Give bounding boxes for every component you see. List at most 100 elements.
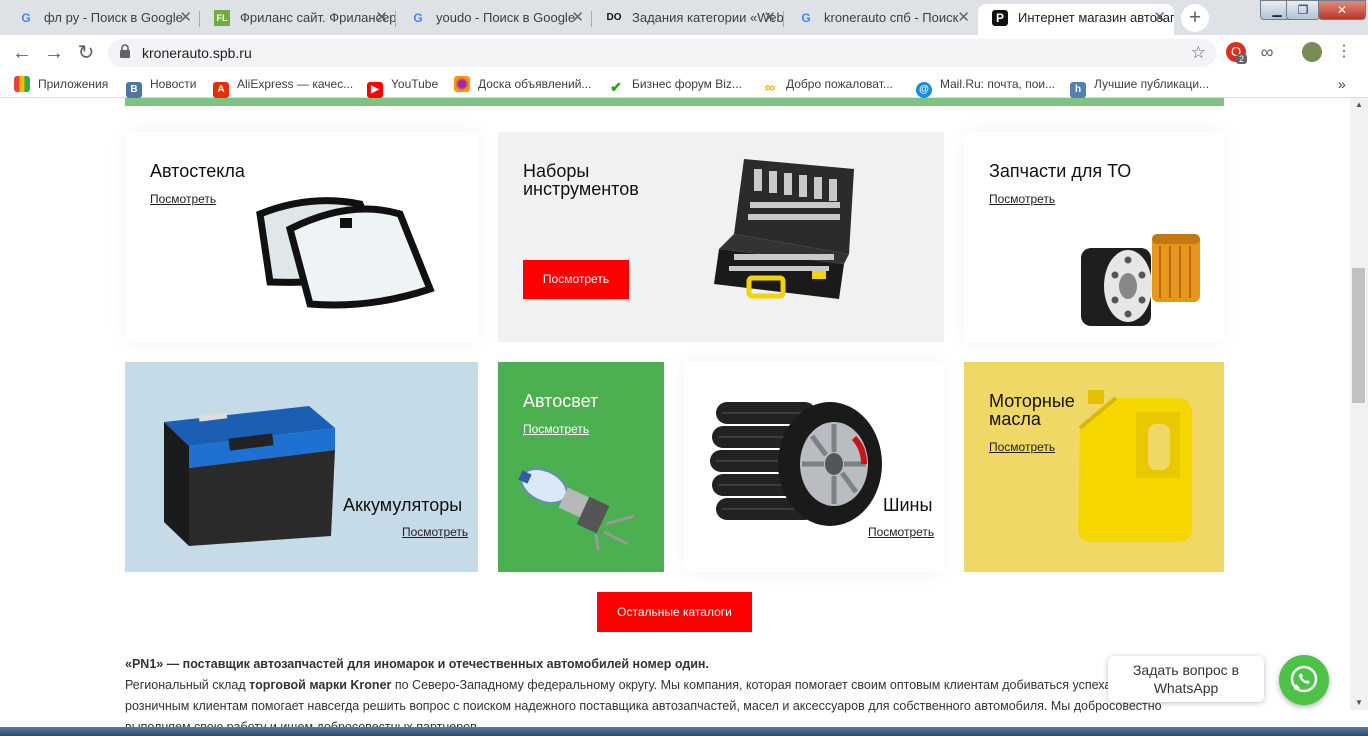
tab-youdo-tasks[interactable]: DO Задания категории «Web ✕ bbox=[592, 4, 784, 35]
youtube-icon: ▶ bbox=[367, 82, 383, 98]
card-title: Аккумуляторы bbox=[343, 495, 463, 515]
catalog-card-tools[interactable]: Наборы инструментов Посмотреть bbox=[498, 132, 944, 342]
google-icon: G bbox=[413, 11, 423, 25]
close-tab-icon[interactable]: ✕ bbox=[1153, 4, 1166, 32]
tab-google-fl[interactable]: G фл ру - Поиск в Google ✕ bbox=[4, 4, 200, 35]
mailru-icon: @ bbox=[916, 82, 932, 98]
tab-title: youdo - Поиск в Google bbox=[436, 10, 576, 25]
view-link[interactable]: Посмотреть bbox=[150, 192, 216, 206]
catalog-card-tires[interactable]: Шины Посмотреть bbox=[684, 362, 944, 572]
close-tab-icon[interactable]: ✕ bbox=[957, 4, 970, 32]
aliexpress-icon: A bbox=[213, 82, 229, 98]
tab-google-youdo[interactable]: G youdo - Поиск в Google ✕ bbox=[396, 4, 592, 35]
bookmark-apps[interactable]: Приложения bbox=[14, 71, 108, 98]
card-title: Шины bbox=[883, 495, 933, 515]
view-link[interactable]: Посмотреть bbox=[989, 440, 1055, 454]
bookmark-biz-forum[interactable]: ✔ Бизнес форум Biz... bbox=[608, 71, 742, 98]
close-tab-icon[interactable]: ✕ bbox=[375, 4, 388, 32]
scrollbar-thumb[interactable] bbox=[1352, 268, 1365, 403]
about-heading: «PN1» — поставщик автозапчастей для ином… bbox=[125, 657, 709, 671]
view-link[interactable]: Посмотреть bbox=[868, 525, 934, 539]
oil-canister-image bbox=[1078, 390, 1192, 542]
scroll-down-arrow[interactable]: ▼ bbox=[1350, 696, 1368, 710]
close-tab-icon[interactable]: ✕ bbox=[179, 4, 192, 32]
scroll-up-arrow[interactable]: ▲ bbox=[1350, 98, 1368, 112]
bookmark-ads-board[interactable]: Доска объявлений... bbox=[454, 71, 591, 98]
bookmark-aliexpress[interactable]: A AliExpress — качес... bbox=[213, 71, 353, 98]
headlight-bulb-image bbox=[518, 468, 635, 551]
card-title-line2: масла bbox=[989, 409, 1041, 429]
bookmark-youtube[interactable]: ▶ YouTube bbox=[367, 71, 438, 98]
extension-badge: 2 bbox=[1236, 54, 1248, 64]
page-content: Автостекла Посмотреть Наборы инструменто… bbox=[0, 98, 1368, 736]
bookmarks-bar: Приложения В Новости A AliExpress — качес.… bbox=[0, 71, 1368, 98]
google-icon: G bbox=[21, 11, 31, 25]
infinity-extension-icon[interactable]: ∞ bbox=[1257, 42, 1277, 62]
profile-avatar[interactable] bbox=[1302, 42, 1322, 62]
whatsapp-icon bbox=[1290, 665, 1318, 693]
battery-image bbox=[164, 406, 335, 546]
card-title-line1: Наборы bbox=[523, 161, 590, 181]
bookmark-star-icon[interactable]: ☆ bbox=[1191, 39, 1206, 67]
windshield-image bbox=[256, 197, 435, 309]
tab-title: фл ру - Поиск в Google bbox=[44, 10, 183, 25]
lock-icon bbox=[120, 44, 130, 58]
toolbox-image bbox=[714, 159, 854, 299]
whatsapp-prompt[interactable]: Задать вопрос в WhatsApp bbox=[1108, 656, 1264, 702]
bookmarks-overflow-icon[interactable]: » bbox=[1338, 71, 1346, 98]
bookmark-publications[interactable]: h Лучшие публикаци... bbox=[1070, 71, 1209, 98]
pn1-icon: P bbox=[992, 10, 1008, 26]
bookmark-welcome[interactable]: ∞ Добро пожаловат... bbox=[762, 71, 893, 98]
catalog-card-glass[interactable]: Автостекла Посмотреть bbox=[125, 132, 478, 342]
google-icon: G bbox=[801, 11, 811, 25]
fl-icon: FL bbox=[214, 10, 230, 26]
address-bar[interactable]: kronerauto.spb.ru ☆ bbox=[108, 39, 1216, 67]
card-title: Автостекла bbox=[150, 161, 245, 181]
catalog-card-motor-oil[interactable]: Моторные масла Посмотреть bbox=[964, 362, 1224, 572]
back-button[interactable]: ← bbox=[10, 41, 34, 65]
tab-strip: G фл ру - Поиск в Google ✕ FL Фриланс са… bbox=[0, 0, 1368, 35]
close-tab-icon[interactable]: ✕ bbox=[571, 4, 584, 32]
bookmark-mailru[interactable]: @ Mail.Ru: почта, пои... bbox=[916, 71, 1055, 98]
tab-title: Фриланс сайт. Фрилансеры bbox=[240, 10, 396, 25]
tab-fl-ru[interactable]: FL Фриланс сайт. Фрилансеры ✕ bbox=[200, 4, 396, 35]
browser-toolbar: ← → ↻ kronerauto.spb.ru ☆ O 2 ∞ ⋮ bbox=[0, 35, 1368, 71]
youdo-icon: DO bbox=[606, 12, 622, 23]
view-link[interactable]: Посмотреть bbox=[402, 525, 468, 539]
forward-button[interactable]: → bbox=[42, 41, 66, 65]
close-tab-icon[interactable]: ✕ bbox=[763, 4, 776, 32]
view-tools-button[interactable]: Посмотреть bbox=[523, 260, 629, 299]
view-link[interactable]: Посмотреть bbox=[989, 192, 1055, 206]
tab-google-kroner[interactable]: G kronerauto спб - Поиск ✕ bbox=[784, 4, 978, 35]
oil-filter-image bbox=[1081, 234, 1200, 326]
page-scrollbar[interactable]: ▲ ▼ bbox=[1350, 98, 1368, 710]
catalog-card-batteries[interactable]: Аккумуляторы Посмотреть bbox=[125, 362, 478, 572]
reload-button[interactable]: ↻ bbox=[74, 41, 98, 65]
link-icon: ∞ bbox=[765, 79, 775, 95]
bookmark-news[interactable]: В Новости bbox=[126, 71, 196, 98]
whatsapp-button[interactable] bbox=[1279, 655, 1329, 705]
tab-title: kronerauto спб - Поиск bbox=[824, 10, 959, 25]
other-catalogs-button[interactable]: Остальные каталоги bbox=[597, 592, 752, 632]
avito-icon bbox=[454, 76, 470, 92]
url-text: kronerauto.spb.ru bbox=[142, 45, 252, 61]
card-title: Автосвет bbox=[523, 391, 599, 411]
habr-icon: h bbox=[1070, 82, 1086, 98]
maximize-button[interactable]: ❐ bbox=[1286, 0, 1320, 20]
new-tab-button[interactable]: + bbox=[1181, 4, 1209, 32]
tires-image bbox=[710, 402, 882, 526]
catalog-card-service-parts[interactable]: Запчасти для ТО Посмотреть bbox=[964, 132, 1224, 342]
top-green-strip bbox=[125, 98, 1224, 106]
about-section: «PN1» — поставщик автозапчастей для ином… bbox=[125, 654, 1215, 736]
catalog-card-lights[interactable]: Автосвет Посмотреть bbox=[498, 362, 664, 572]
menu-kebab-icon[interactable]: ⋮ bbox=[1334, 42, 1354, 62]
checkmark-icon: ✔ bbox=[610, 79, 622, 95]
os-taskbar bbox=[0, 727, 1368, 736]
tab-kroner-shop[interactable]: P Интернет магазин автозапчастей ✕ bbox=[978, 4, 1174, 35]
vk-icon: В bbox=[126, 82, 142, 98]
close-window-button[interactable]: ✕ bbox=[1318, 0, 1366, 20]
tab-title: Задания категории «Web bbox=[632, 10, 784, 25]
tab-title: Интернет магазин автозапчастей bbox=[1018, 10, 1174, 25]
view-link[interactable]: Посмотреть bbox=[523, 422, 589, 436]
card-title: Запчасти для ТО bbox=[989, 161, 1132, 181]
